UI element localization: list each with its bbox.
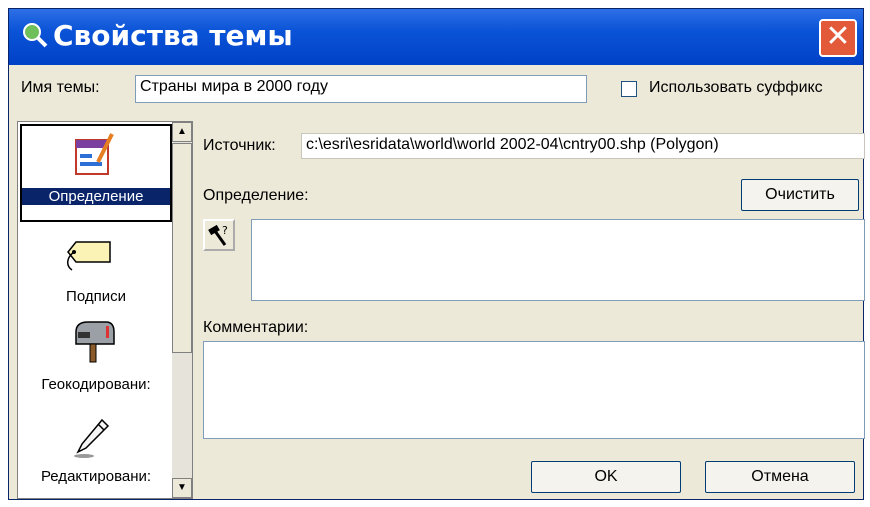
definition-label: Определение: xyxy=(203,187,309,204)
definition-icon xyxy=(75,133,114,175)
scroll-thumb[interactable] xyxy=(172,143,192,353)
mailbox-icon xyxy=(75,321,115,363)
tag-label-icon xyxy=(67,241,111,271)
theme-name-label: Имя темы: xyxy=(21,79,100,96)
section-definition[interactable]: Определение xyxy=(20,124,172,222)
clear-button[interactable]: Очистить xyxy=(741,179,859,211)
section-definition-label: Определение xyxy=(22,188,170,205)
sections-scrollbar[interactable]: ▲ ▼ xyxy=(172,122,192,498)
theme-properties-dialog: Свойства темы ✕ Имя темы: Страны мира в … xyxy=(8,8,865,500)
section-geocoding-label: Геокодировани: xyxy=(41,376,151,393)
cancel-button[interactable]: Отмена xyxy=(705,461,855,493)
source-value: c:\esri\esridata\world\world 2002-04\cnt… xyxy=(301,133,865,159)
source-label: Источник: xyxy=(203,137,276,154)
pencil-icon xyxy=(74,418,110,458)
hammer-query-icon: ? xyxy=(208,224,228,246)
scroll-up-button[interactable]: ▲ xyxy=(172,122,192,142)
definition-expression-input[interactable] xyxy=(251,219,865,301)
close-button[interactable]: ✕ xyxy=(819,19,857,57)
section-labels-label: Подписи xyxy=(66,288,126,305)
section-geocoding[interactable]: Геокодировани: xyxy=(18,316,174,404)
comments-label: Комментарии: xyxy=(203,319,309,336)
theme-name-input[interactable]: Страны мира в 2000 году xyxy=(135,75,587,103)
window-title: Свойства темы xyxy=(53,19,293,52)
property-sections-list: Определение Подписи Геокодировани: Редак… xyxy=(17,121,193,499)
section-editing-label: Редактировани: xyxy=(40,468,152,485)
comments-input[interactable] xyxy=(203,341,865,439)
section-labels[interactable]: Подписи xyxy=(18,230,174,310)
magnifier-globe-icon xyxy=(23,23,48,48)
title-bar[interactable]: Свойства темы ✕ xyxy=(9,9,863,65)
ok-button[interactable]: OK xyxy=(531,461,681,493)
arrow-up-icon: ▲ xyxy=(177,126,187,137)
use-suffix-label: Использовать суффикс xyxy=(649,79,823,96)
svg-text:?: ? xyxy=(222,224,228,237)
use-suffix-checkbox[interactable] xyxy=(621,81,637,97)
scroll-down-button[interactable]: ▼ xyxy=(172,478,192,498)
arrow-down-icon: ▼ xyxy=(177,482,187,493)
section-editing[interactable]: Редактировани: xyxy=(18,412,174,496)
close-icon: ✕ xyxy=(825,19,851,54)
query-builder-button[interactable]: ? xyxy=(203,219,235,251)
